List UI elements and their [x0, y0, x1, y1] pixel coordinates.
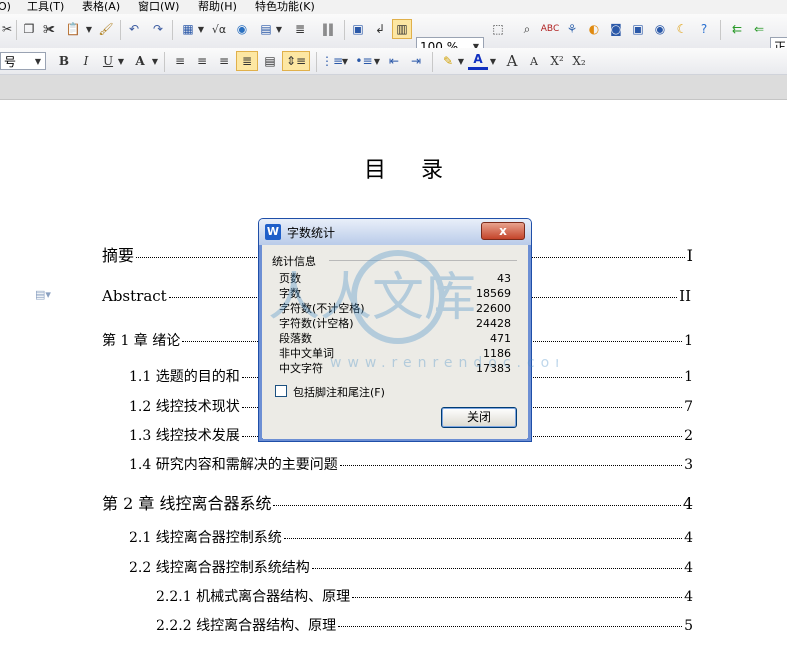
show-marks-icon[interactable]: ↲: [370, 19, 390, 39]
redo-icon[interactable]: ↷: [148, 19, 168, 39]
text-effect-dropdown-icon[interactable]: ▼: [150, 51, 160, 71]
columns-dropdown-icon[interactable]: ▼: [274, 19, 284, 39]
shrink-font-button[interactable]: A: [524, 51, 544, 71]
dialog-title: 字数统计: [287, 226, 336, 240]
picture-icon[interactable]: ◉: [232, 19, 252, 39]
menu-item-window[interactable]: 窗口(W): [138, 0, 179, 14]
align-center-icon[interactable]: ≡: [192, 51, 212, 71]
stat-row: 页数 43: [279, 272, 511, 285]
select-icon[interactable]: ⬚: [488, 19, 508, 39]
paragraph-marker-icon[interactable]: ▤▾: [35, 288, 51, 301]
highlight-dropdown-icon[interactable]: ▼: [456, 51, 466, 71]
stat-row: 字符数(不计空格) 22600: [279, 302, 511, 315]
bullets-dropdown-icon[interactable]: ▼: [372, 51, 382, 71]
toc-entry[interactable]: 2.2 线控离合器控制系统结构 4: [129, 557, 693, 577]
ruler-band: [0, 75, 787, 100]
group-divider: [329, 260, 517, 261]
back-icon[interactable]: ⇐: [750, 19, 768, 39]
highlight-icon[interactable]: ✎: [438, 51, 458, 71]
text-box-icon[interactable]: ≣: [290, 19, 310, 39]
superscript-button[interactable]: X²: [546, 51, 568, 71]
bold-button[interactable]: B: [54, 51, 74, 71]
toc-entry[interactable]: 2.2.2 线控离合器结构、原理 5: [156, 615, 693, 635]
word-count-dialog: W 字数统计 x 统计信息 页数 43 字数 18569 字符数(不计空格) 2260…: [258, 218, 532, 442]
align-right-icon[interactable]: ≡: [214, 51, 234, 71]
font-color-dropdown-icon[interactable]: ▼: [488, 51, 498, 71]
toc-entry[interactable]: 2.1 线控离合器控制系统 4: [129, 527, 693, 547]
stat-row: 非中文单词 1186: [279, 347, 511, 360]
share-icon[interactable]: ◐: [584, 19, 604, 39]
undo-icon[interactable]: ↶: [124, 19, 144, 39]
underline-dropdown-icon[interactable]: ▼: [116, 51, 126, 71]
close-icon[interactable]: x: [481, 222, 525, 240]
toc-entry[interactable]: 2.2.1 机械式离合器结构、原理 4: [156, 586, 693, 606]
text-effect-button[interactable]: A: [130, 51, 150, 71]
dialog-title-bar[interactable]: W 字数统计 x: [259, 219, 531, 245]
online-icon[interactable]: ◉: [650, 19, 670, 39]
stat-row: 段落数 471: [279, 332, 511, 345]
layout-toggle-icon[interactable]: ▥: [392, 19, 412, 39]
distribute-icon[interactable]: ▤: [260, 51, 280, 71]
translate-icon[interactable]: ⚘: [562, 19, 582, 39]
numbering-dropdown-icon[interactable]: ▼: [340, 51, 350, 71]
decrease-indent-icon[interactable]: ⇤: [384, 51, 404, 71]
copy-icon[interactable]: ❐: [20, 19, 38, 39]
line-spacing-icon[interactable]: ⇕≡: [282, 51, 310, 71]
underline-button[interactable]: U: [98, 51, 118, 71]
stat-row: 字数 18569: [279, 287, 511, 300]
bullets-icon[interactable]: •≡: [354, 51, 374, 71]
spell-check-icon[interactable]: ABC: [540, 19, 560, 39]
italic-button[interactable]: I: [76, 51, 96, 71]
menu-item-partial[interactable]: O): [0, 0, 11, 14]
format-painter-icon[interactable]: 🖌: [96, 19, 116, 39]
dialog-body: 统计信息 页数 43 字数 18569 字符数(不计空格) 22600 字符数(计空格…: [263, 245, 527, 439]
cut-icon[interactable]: ✂: [0, 19, 14, 39]
toc-title: 目 录: [364, 158, 457, 183]
menu-item-table[interactable]: 表格(A): [82, 0, 120, 14]
font-color-icon[interactable]: A: [468, 51, 488, 70]
print-preview-icon[interactable]: ▣: [348, 19, 368, 39]
columns-icon[interactable]: ▤: [256, 19, 276, 39]
skin-icon[interactable]: ☾: [672, 19, 692, 39]
font-size-select[interactable]: 号 ▼: [0, 52, 46, 70]
wps-writer-icon: W: [265, 224, 281, 240]
back-double-icon[interactable]: ⇇: [726, 19, 748, 39]
pdf-export-icon[interactable]: ◙: [606, 19, 626, 39]
justify-icon[interactable]: ≣: [236, 51, 258, 71]
menu-item-tools[interactable]: 工具(T): [27, 0, 64, 14]
grow-font-button[interactable]: A: [502, 51, 522, 71]
menu-item-help[interactable]: 帮助(H): [198, 0, 237, 14]
align-left-icon[interactable]: ≡: [170, 51, 190, 71]
increase-indent-icon[interactable]: ⇥: [406, 51, 426, 71]
numbering-icon[interactable]: ⋮≡: [321, 51, 343, 71]
help-icon[interactable]: ?: [694, 19, 714, 39]
insert-table-icon[interactable]: ▦: [178, 19, 198, 39]
toc-entry[interactable]: 第 2 章 线控离合器系统 4: [102, 490, 693, 514]
find-icon[interactable]: ⌕: [518, 19, 536, 39]
paste-icon[interactable]: 📋: [62, 19, 84, 39]
stat-row: 字符数(计空格) 24428: [279, 317, 511, 330]
subscript-button[interactable]: X₂: [568, 51, 590, 71]
formula-icon[interactable]: √α: [208, 19, 230, 39]
formatting-toolbar: 号 ▼ B I U ▼ A ▼ ≡ ≡ ≡ ≣ ▤ ⇕≡ ⋮≡ ▼ •≡ ▼ ⇤ …: [0, 48, 787, 75]
menu-bar: O) 工具(T) 表格(A) 窗口(W) 帮助(H) 特色功能(K): [0, 0, 787, 14]
stats-group-label: 统计信息: [272, 255, 316, 268]
include-footnotes-label[interactable]: 包括脚注和尾注(F): [293, 384, 385, 400]
paste-dropdown-icon[interactable]: ▼: [84, 19, 94, 39]
include-footnotes-checkbox[interactable]: [275, 385, 287, 397]
stat-row: 中文字符 17383: [279, 362, 511, 375]
standard-toolbar: ✂ ❐ ✀ 📋 ▼ 🖌 ↶ ↷ ▦ ▼ √α ◉ ▤ ▼ ≣ ‖‖ ▣ ↲ ▥ …: [0, 14, 787, 55]
chart-icon[interactable]: ‖‖: [318, 19, 338, 39]
toc-entry[interactable]: 1.4 研究内容和需解决的主要问题 3: [129, 454, 693, 474]
close-button[interactable]: 关闭: [441, 407, 517, 428]
table-dropdown-icon[interactable]: ▼: [196, 19, 206, 39]
template-icon[interactable]: ▣: [628, 19, 648, 39]
cut-scissors-icon[interactable]: ✀: [40, 19, 58, 39]
menu-item-special[interactable]: 特色功能(K): [255, 0, 315, 14]
